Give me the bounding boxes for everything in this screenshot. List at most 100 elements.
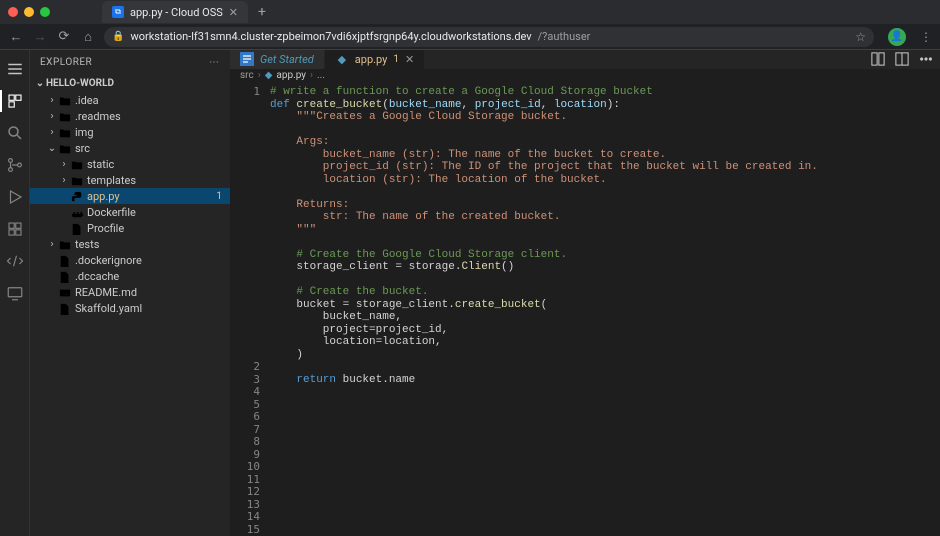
- window-close-icon[interactable]: [8, 7, 18, 17]
- project-root[interactable]: ⌄ HELLO-WORLD: [30, 74, 230, 92]
- vscode-window: EXPLORER ⋯ ⌄ HELLO-WORLD ›.idea›.readmes…: [0, 50, 940, 536]
- editor-tab-label: Get Started: [260, 53, 314, 66]
- chevron-icon: ›: [46, 239, 58, 250]
- tree-node-label: src: [75, 142, 90, 155]
- tree-node-app-py[interactable]: app.py1: [30, 188, 230, 204]
- explorer-title: EXPLORER: [40, 57, 92, 68]
- browser-tab[interactable]: ⧉ app.py - Cloud OSS ✕: [102, 1, 248, 23]
- yaml-icon: [58, 301, 72, 314]
- md-icon: [58, 285, 72, 298]
- tree-node-label: Skaffold.yaml: [75, 302, 142, 315]
- chevron-icon: [58, 191, 70, 202]
- tree-node-readme-md[interactable]: README.md: [30, 284, 230, 300]
- explorer-sidebar: EXPLORER ⋯ ⌄ HELLO-WORLD ›.idea›.readmes…: [30, 50, 230, 536]
- tree-node-skaffold-yaml[interactable]: Skaffold.yaml: [30, 300, 230, 316]
- tab-close-icon[interactable]: ✕: [405, 53, 414, 66]
- run-debug-view-icon[interactable]: [4, 186, 26, 208]
- folder-icon: [58, 125, 72, 138]
- extensions-view-icon[interactable]: [4, 218, 26, 240]
- nav-reload-button[interactable]: ⟳: [56, 29, 72, 45]
- url-host: workstation-lf31smn4.cluster-zpbeimon7vd…: [130, 30, 531, 43]
- explorer-more-icon[interactable]: ⋯: [209, 57, 220, 68]
- chevron-icon: [46, 271, 58, 282]
- source-control-view-icon[interactable]: [4, 154, 26, 176]
- tree-node-tests[interactable]: › tests: [30, 236, 230, 252]
- tree-node-static[interactable]: ›static: [30, 156, 230, 172]
- url-path: /?authuser: [538, 30, 591, 43]
- tree-node-label: Procfile: [87, 222, 124, 235]
- tab-badge: 1: [393, 54, 399, 65]
- tree-node-label: img: [75, 126, 94, 139]
- breadcrumb[interactable]: src › ◆ app.py › ...: [230, 69, 940, 82]
- folder-icon: [58, 141, 72, 154]
- tree-node-img[interactable]: › img: [30, 124, 230, 140]
- browser-chrome: ⧉ app.py - Cloud OSS ✕ + ← → ⟳ ⌂ 🔒 works…: [0, 0, 940, 50]
- breadcrumb-seg-2[interactable]: app.py: [276, 70, 306, 81]
- nav-back-button[interactable]: ←: [8, 29, 24, 45]
- tree-node-src[interactable]: ⌄ src: [30, 140, 230, 156]
- tree-node-label: .dccache: [75, 270, 119, 283]
- new-tab-button[interactable]: +: [258, 4, 266, 20]
- tree-node-label: .dockerignore: [75, 254, 142, 267]
- tree-node--dccache[interactable]: .dccache: [30, 268, 230, 284]
- breadcrumb-seg-3[interactable]: ...: [317, 70, 325, 81]
- tree-node-procfile[interactable]: Procfile: [30, 220, 230, 236]
- get-started-icon: [240, 52, 254, 66]
- split-editor-icon[interactable]: [894, 51, 910, 67]
- project-name: HELLO-WORLD: [46, 78, 114, 89]
- compare-changes-icon[interactable]: [870, 51, 886, 67]
- tree-node-label: README.md: [75, 286, 137, 299]
- address-bar[interactable]: 🔒 workstation-lf31smn4.cluster-zpbeimon7…: [104, 27, 874, 47]
- chevron-icon: ›: [58, 175, 70, 186]
- line-gutter: 1 2 3 4 5 6 7 8 9 10 11 12 13 14 15: [230, 82, 270, 536]
- menu-button[interactable]: [4, 58, 26, 80]
- window-minimize-icon[interactable]: [24, 7, 34, 17]
- chevron-icon: ›: [46, 127, 58, 138]
- nav-forward-button[interactable]: →: [32, 29, 48, 45]
- chrome-menu-icon[interactable]: ⋮: [920, 30, 932, 44]
- cloud-code-view-icon[interactable]: [4, 250, 26, 272]
- tree-node--readmes[interactable]: ›.readmes: [30, 108, 230, 124]
- breadcrumb-seg-1[interactable]: src: [240, 70, 254, 81]
- python-icon: ◆: [335, 52, 349, 66]
- tree-node-dockerfile[interactable]: Dockerfile: [30, 204, 230, 220]
- editor-more-icon[interactable]: [918, 51, 934, 67]
- tree-node--dockerignore[interactable]: .dockerignore: [30, 252, 230, 268]
- editor-area: Get Started ◆ app.py 1 ✕ src › ◆ app.py › ..…: [230, 50, 940, 536]
- profile-avatar[interactable]: 👤: [888, 28, 906, 46]
- chevron-icon: [58, 207, 70, 218]
- nav-home-button[interactable]: ⌂: [80, 29, 96, 45]
- tree-node-label: templates: [87, 174, 136, 187]
- search-view-icon[interactable]: [4, 122, 26, 144]
- window-zoom-icon[interactable]: [40, 7, 50, 17]
- chevron-icon: [46, 255, 58, 266]
- editor-tabbar: Get Started ◆ app.py 1 ✕: [230, 50, 940, 69]
- activity-bar: [0, 50, 30, 536]
- folder-icon: [58, 237, 72, 250]
- modified-badge: 1: [216, 191, 222, 202]
- window-traffic-lights[interactable]: [8, 7, 50, 17]
- chevron-down-icon: ⌄: [34, 78, 46, 89]
- file-tree: ›.idea›.readmes›img⌄src›static›templates…: [30, 92, 230, 536]
- file-icon: [58, 269, 72, 282]
- chevron-icon: [58, 223, 70, 234]
- file-icon: [70, 221, 84, 234]
- tree-node--idea[interactable]: ›.idea: [30, 92, 230, 108]
- chevron-icon: ⌄: [46, 143, 58, 154]
- chevron-icon: ›: [58, 159, 70, 170]
- lock-icon: 🔒: [112, 31, 124, 42]
- browser-tab-title: app.py - Cloud OSS: [130, 6, 223, 19]
- editor-tab-app-py[interactable]: ◆ app.py 1 ✕: [325, 50, 425, 69]
- folder-icon: [58, 93, 72, 106]
- bookmark-icon[interactable]: ☆: [855, 30, 866, 44]
- remote-view-icon[interactable]: [4, 282, 26, 304]
- editor-tab-label: app.py: [355, 53, 388, 66]
- editor-tab-get-started[interactable]: Get Started: [230, 50, 325, 69]
- tree-node-label: tests: [75, 238, 99, 251]
- tree-node-templates[interactable]: › templates: [30, 172, 230, 188]
- code-content[interactable]: # write a function to create a Google Cl…: [270, 82, 940, 536]
- code-editor[interactable]: 1 2 3 4 5 6 7 8 9 10 11 12 13 14 15 # wr…: [230, 82, 940, 536]
- explorer-view-icon[interactable]: [4, 90, 26, 112]
- tab-close-icon[interactable]: ✕: [229, 6, 238, 19]
- chevron-icon: ›: [46, 111, 58, 122]
